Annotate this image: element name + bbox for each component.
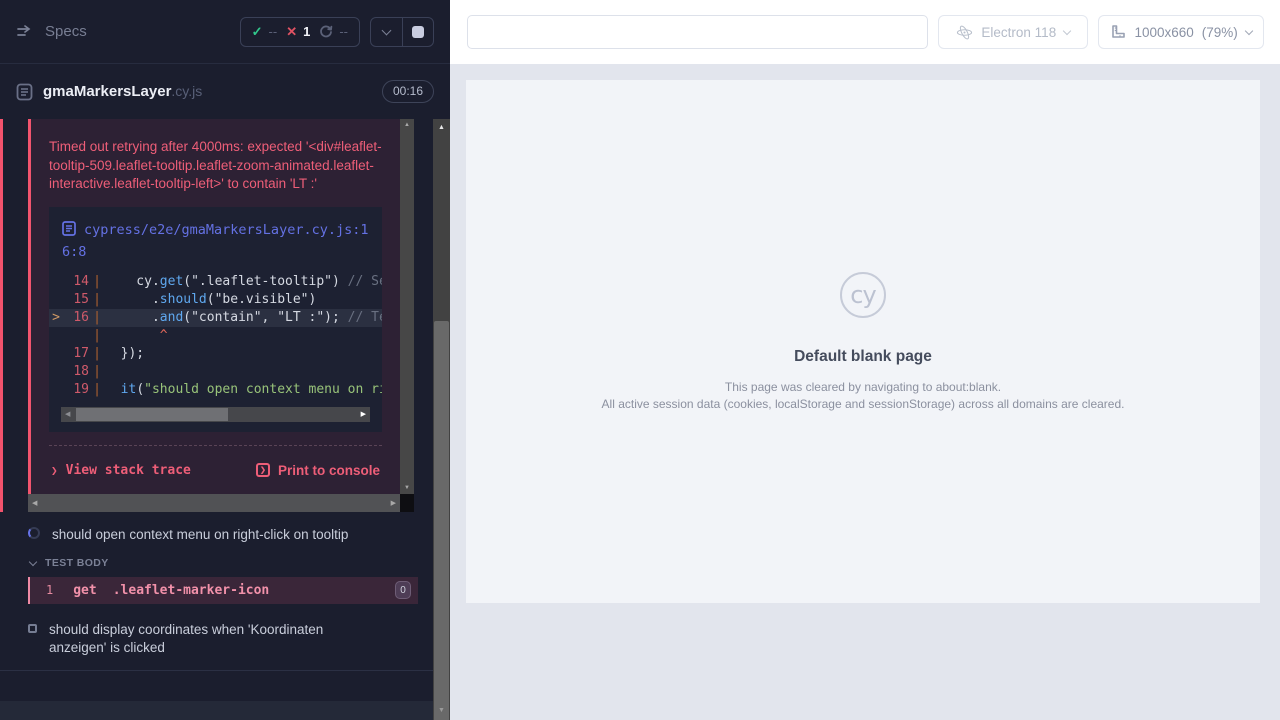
command-args: .leaflet-marker-icon xyxy=(113,583,270,598)
reporter-vertical-scrollbar[interactable]: ▲ ▼ xyxy=(433,119,450,720)
code-line: 17| }); xyxy=(49,345,382,363)
spec-duration-badge: 00:16 xyxy=(382,80,434,103)
code-line: >16| .and("contain", "LT :"); // Test xyxy=(49,309,382,327)
chevron-down-icon xyxy=(382,25,392,35)
chevron-down-icon xyxy=(1245,26,1253,34)
blank-page-subtitle: This page was cleared by navigating to a… xyxy=(725,379,1001,395)
scroll-down-icon[interactable]: ▼ xyxy=(400,485,414,491)
running-spinner-icon xyxy=(28,527,40,539)
scrollbar-thumb[interactable] xyxy=(434,321,449,720)
aut-viewport: cy Default blank page This page was clea… xyxy=(450,64,1280,720)
refresh-icon xyxy=(319,25,333,39)
scroll-up-icon[interactable]: ▲ xyxy=(400,122,414,128)
blank-page-title: Default blank page xyxy=(794,348,932,366)
spec-filename: gmaMarkersLayer.cy.js xyxy=(43,83,202,101)
url-input[interactable] xyxy=(467,15,928,49)
scrollbar-thumb[interactable] xyxy=(76,408,228,421)
stage-header: Electron 118 1000x660 (79%) xyxy=(450,0,1280,64)
file-icon xyxy=(62,221,76,242)
x-icon: ✕ xyxy=(286,24,297,40)
cypress-app: Specs ✓ -- ✕ 1 xyxy=(0,0,1280,720)
code-lines: 14| cy.get(".leaflet-tooltip") // Sele15… xyxy=(49,273,382,399)
pending-square-icon xyxy=(28,624,37,633)
run-controls xyxy=(370,17,434,47)
dashed-separator xyxy=(49,445,382,446)
spec-file-icon xyxy=(16,83,33,101)
electron-icon xyxy=(956,24,973,41)
code-frame: cypress/e2e/gmaMarkersLayer.cy.js:16:8 1… xyxy=(49,207,382,432)
scroll-right-icon[interactable]: ▶ xyxy=(391,499,396,507)
reporter-panel: Specs ✓ -- ✕ 1 xyxy=(0,0,450,720)
test-stats: ✓ -- ✕ 1 -- xyxy=(240,17,360,47)
code-line: 14| cy.get(".leaflet-tooltip") // Sele xyxy=(49,273,382,291)
test-item-running[interactable]: should open context menu on right-click … xyxy=(0,526,433,544)
console-icon: ❯ xyxy=(256,463,270,477)
blank-page: cy Default blank page This page was clea… xyxy=(466,80,1260,603)
stat-failed: ✕ 1 xyxy=(286,24,310,40)
test-body-header[interactable]: TEST BODY xyxy=(0,557,433,569)
code-frame-file-link[interactable]: cypress/e2e/gmaMarkersLayer.cy.js:16:8 xyxy=(49,220,382,262)
reporter-header: Specs ✓ -- ✕ 1 xyxy=(0,0,450,64)
stop-icon xyxy=(412,26,424,38)
error-horizontal-scrollbar[interactable]: ◀ ▶ xyxy=(28,494,400,512)
viewport-size-button[interactable]: 1000x660 (79%) xyxy=(1098,15,1264,49)
scrollbar-corner xyxy=(400,494,414,512)
scroll-down-icon[interactable]: ▼ xyxy=(433,704,450,718)
code-line: 18| xyxy=(49,363,382,381)
test-title: should display coordinates when 'Koordin… xyxy=(49,621,379,657)
command-row[interactable]: 1 get .leaflet-marker-icon 0 xyxy=(28,577,418,604)
chevron-right-icon: ❯ xyxy=(51,464,58,477)
chevron-down-icon xyxy=(29,557,37,565)
code-line: 19| it("should open context menu on righ xyxy=(49,381,382,399)
scroll-up-icon[interactable]: ▲ xyxy=(433,121,450,135)
scroll-left-icon[interactable]: ◀ xyxy=(65,410,70,418)
blank-page-subtitle2: All active session data (cookies, localS… xyxy=(602,396,1125,412)
error-vertical-scrollbar[interactable]: ▲ ▼ xyxy=(400,119,414,494)
error-message: Timed out retrying after 4000ms: expecte… xyxy=(49,138,382,194)
command-count-badge: 0 xyxy=(395,581,411,599)
code-horizontal-scrollbar[interactable]: ◀ ▶ xyxy=(61,407,370,422)
check-icon: ✓ xyxy=(252,24,263,40)
command-method: get xyxy=(73,583,96,598)
view-stack-trace-link[interactable]: ❯View stack trace xyxy=(51,463,191,478)
code-line: 15| .should("be.visible") xyxy=(49,291,382,309)
specs-list-toggle-icon[interactable] xyxy=(16,24,35,40)
browser-select-button[interactable]: Electron 118 xyxy=(938,15,1088,49)
failed-test-block: Timed out retrying after 4000ms: expecte… xyxy=(0,119,433,512)
cypress-logo: cy xyxy=(840,272,886,318)
stop-button[interactable] xyxy=(402,18,433,46)
ruler-icon xyxy=(1110,24,1126,40)
specs-label: Specs xyxy=(45,23,87,40)
test-title: should open context menu on right-click … xyxy=(52,526,348,544)
browser-stage: Electron 118 1000x660 (79%) xyxy=(450,0,1280,720)
command-number: 1 xyxy=(46,583,53,597)
print-to-console-button[interactable]: ❯ Print to console xyxy=(256,463,380,478)
spec-row: gmaMarkersLayer.cy.js 00:16 xyxy=(0,64,450,119)
chevron-down-icon xyxy=(1063,26,1071,34)
stat-pending: -- xyxy=(319,24,348,39)
stat-passed: ✓ -- xyxy=(252,24,278,40)
scroll-right-icon[interactable]: ▶ xyxy=(361,410,366,418)
reporter-content: Timed out retrying after 4000ms: expecte… xyxy=(0,119,433,720)
test-item-pending[interactable]: should display coordinates when 'Koordin… xyxy=(0,621,433,657)
code-line: | ^ xyxy=(49,327,382,345)
error-panel: Timed out retrying after 4000ms: expecte… xyxy=(28,119,400,494)
reporter-footer xyxy=(0,701,433,720)
collapse-button[interactable] xyxy=(371,18,402,46)
scroll-left-icon[interactable]: ◀ xyxy=(32,499,37,507)
